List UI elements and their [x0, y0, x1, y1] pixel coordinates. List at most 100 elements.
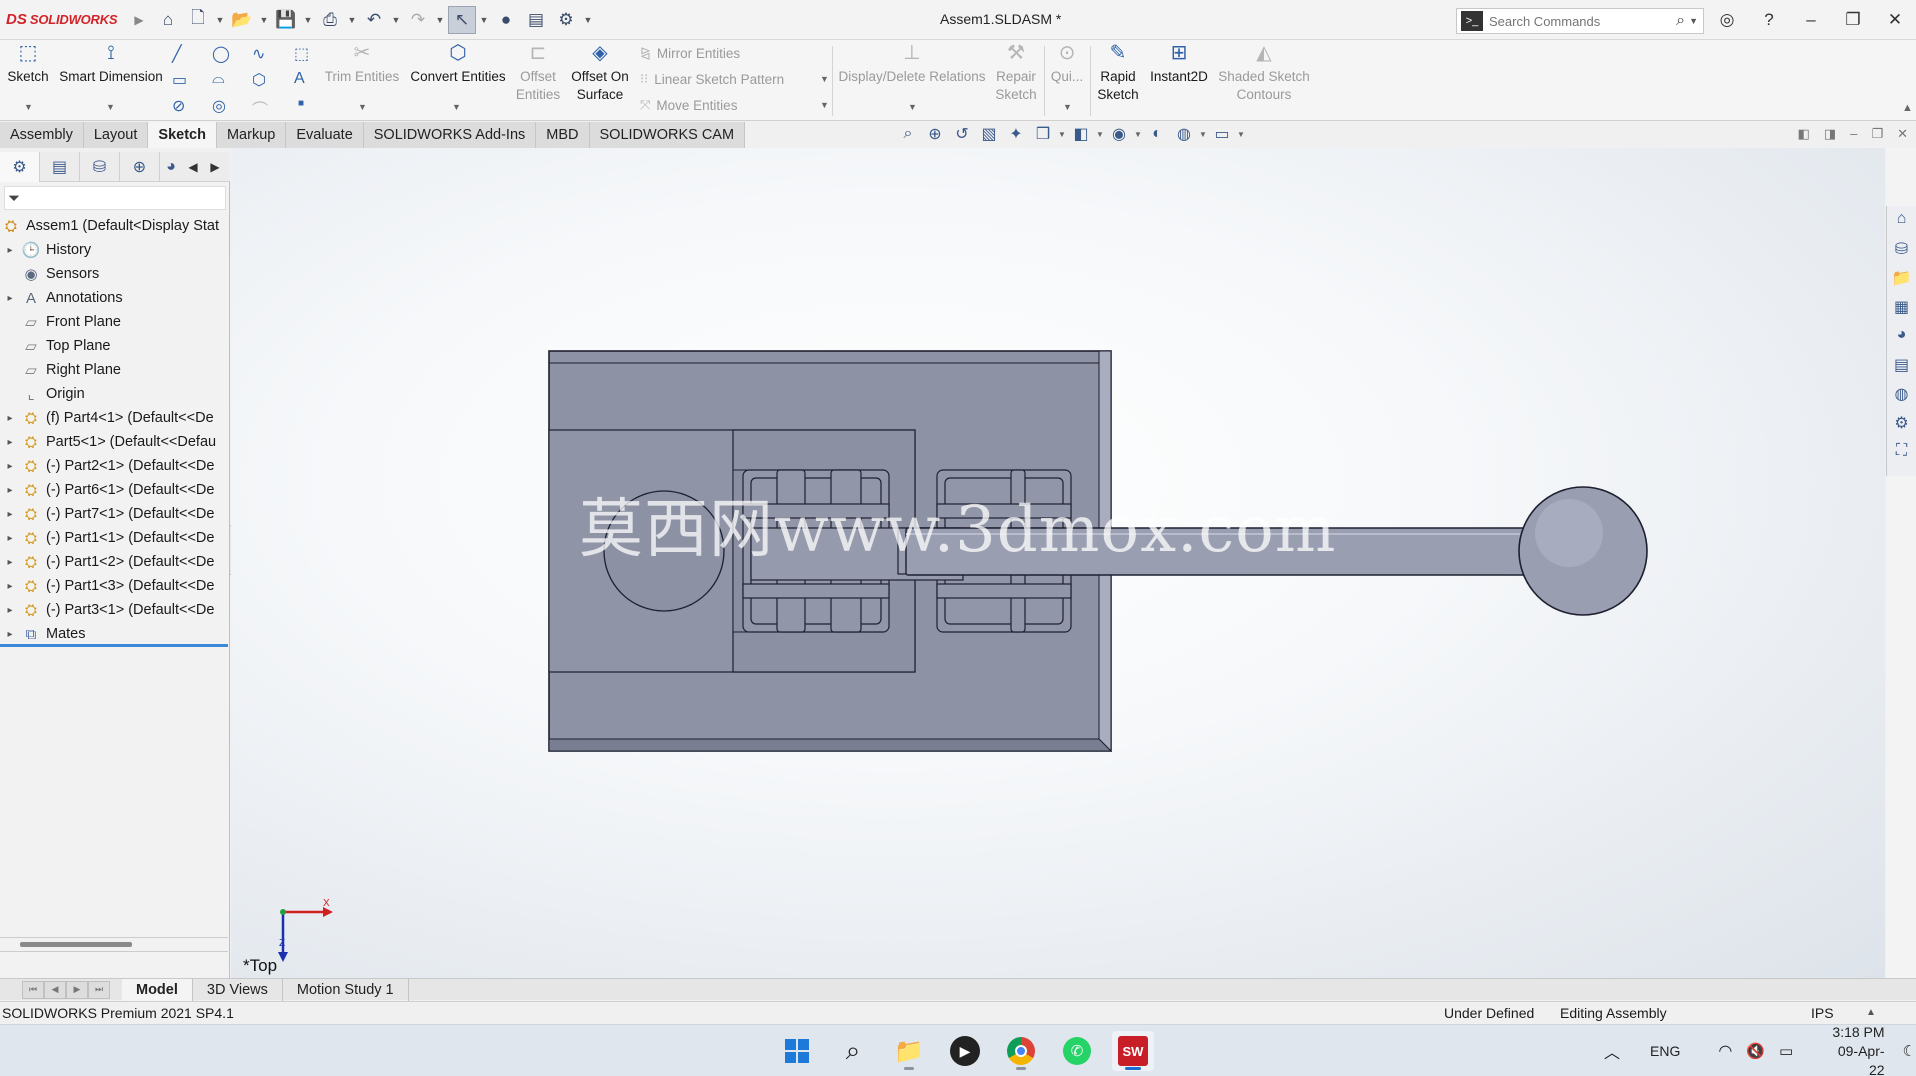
battery-icon[interactable]: ▭	[1779, 1042, 1793, 1060]
open-folder-icon[interactable]: 📂	[228, 6, 256, 34]
clock[interactable]: 3:18 PM 09-Apr-22	[1825, 1023, 1884, 1076]
tree-item[interactable]: ▸ 🕒 History	[0, 238, 230, 262]
toolbox-icon[interactable]: ⚙	[1894, 413, 1908, 435]
doc-restore-icon[interactable]: ❐	[1871, 126, 1883, 142]
next-tab-icon[interactable]: ▶	[66, 980, 88, 999]
horizontal-scrollbar-thumb[interactable]	[20, 942, 132, 947]
line-icon[interactable]: ╱	[172, 44, 182, 64]
speaker-muted-icon[interactable]: 🔇	[1746, 1042, 1765, 1060]
edit-appearance-icon[interactable]: ◐	[1145, 125, 1169, 143]
tab-solidworks-cam[interactable]: SOLIDWORKS CAM	[589, 122, 746, 148]
expand-arrow-icon[interactable]: ▸	[0, 629, 20, 640]
chrome-taskbar-button[interactable]	[1000, 1031, 1042, 1071]
rapid-sketch-button[interactable]: ✎ Rapid Sketch	[1094, 43, 1142, 104]
tree-item[interactable]: ▸ ⛭ (-) Part6<1> (Default<<De	[0, 478, 230, 502]
tree-item[interactable]: ▸ ⛭ Part5<1> (Default<<Defau	[0, 430, 230, 454]
tab-layout[interactable]: Layout	[83, 122, 149, 148]
undo-dropdown-icon[interactable]: ▼	[390, 15, 402, 25]
point-icon[interactable]: ◎	[212, 96, 226, 116]
circle-icon[interactable]: ◯	[212, 44, 230, 64]
quick-snaps-button[interactable]: ⊙ Qui...	[1046, 43, 1088, 86]
minimize-icon[interactable]: –	[1790, 10, 1832, 30]
expand-arrow-icon[interactable]: ▸	[0, 293, 20, 304]
expand-arrow-icon[interactable]: ▸	[0, 485, 20, 496]
scene-dropdown-icon[interactable]: ▼	[1199, 130, 1207, 139]
select-dropdown-icon[interactable]: ▼	[478, 15, 490, 25]
tree-item[interactable]: ▸ ⛭ (-) Part1<2> (Default<<De	[0, 550, 230, 574]
last-tab-icon[interactable]: ⏭	[88, 980, 110, 999]
dimxpert-tab-icon[interactable]: ⊕	[120, 151, 160, 182]
trim-entities-button[interactable]: ✂ Trim Entities	[322, 43, 402, 86]
configuration-manager-tab-icon[interactable]: ⛁	[80, 151, 120, 182]
close-icon[interactable]: ✕	[1874, 10, 1916, 30]
tab-3d-views[interactable]: 3D Views	[193, 978, 283, 1001]
move-dropdown-icon[interactable]: ▼	[820, 100, 829, 110]
expand-arrow-icon[interactable]: ▸	[0, 413, 20, 424]
expand-arrow-icon[interactable]: ▸	[0, 461, 20, 472]
tabs-scroll-right-icon[interactable]: ▶	[204, 160, 226, 174]
dynamic-annotation-icon[interactable]: ✦	[1004, 124, 1028, 144]
convert-entities-button[interactable]: ⬡ Convert Entities	[406, 43, 510, 86]
expand-arrow-icon[interactable]: ▸	[0, 437, 20, 448]
orientation-dropdown-icon[interactable]: ▼	[1058, 130, 1066, 139]
search-taskbar-button[interactable]: ⌕	[832, 1031, 874, 1071]
expand-arrow-icon[interactable]: ▸	[0, 533, 20, 544]
tree-item[interactable]: ▸ ⧉ Mates	[0, 622, 230, 646]
trim-dropdown-icon[interactable]: ▼	[358, 102, 367, 112]
zoom-to-fit-icon[interactable]: ⌕	[896, 125, 920, 143]
doc-close-icon[interactable]: ✕	[1897, 126, 1908, 142]
bolt-knob[interactable]	[1518, 486, 1648, 616]
tab-motion-study-1[interactable]: Motion Study 1	[283, 978, 409, 1001]
chevron-right-icon[interactable]: ▶	[134, 13, 143, 27]
solidworks-resources-home-icon[interactable]: ⌂	[1897, 210, 1907, 232]
previous-tab-icon[interactable]: ◀	[44, 980, 66, 999]
media-player-taskbar-button[interactable]: ▶	[944, 1031, 986, 1071]
tabs-scroll-left-icon[interactable]: ◀	[182, 160, 204, 174]
section-view-icon[interactable]: ▧	[977, 124, 1001, 144]
relations-dropdown-icon[interactable]: ▼	[908, 102, 917, 112]
tree-filter[interactable]: ⏷	[4, 186, 226, 210]
redo-icon[interactable]: ↷	[404, 6, 432, 34]
convert-dropdown-icon[interactable]: ▼	[452, 102, 461, 112]
chevron-up-icon[interactable]: ︿	[1604, 1039, 1620, 1063]
tree-item[interactable]: ▱ Right Plane	[0, 358, 230, 382]
apply-scene-icon[interactable]: ◍	[1172, 124, 1196, 144]
unit-system-dropdown-icon[interactable]: ▲	[1866, 1007, 1876, 1018]
tree-item[interactable]: ▱ Front Plane	[0, 310, 230, 334]
save-icon[interactable]: 💾	[272, 6, 300, 34]
solidworks-forum-icon[interactable]: ◍	[1895, 384, 1909, 406]
language-indicator[interactable]: ENG	[1650, 1043, 1680, 1059]
rectangle-icon[interactable]: ▭	[172, 70, 187, 90]
previous-view-icon[interactable]: ↺	[950, 124, 974, 144]
print-dropdown-icon[interactable]: ▼	[346, 15, 358, 25]
sketch-point-icon[interactable]: ■	[298, 98, 304, 109]
pattern-dropdown-icon[interactable]: ▼	[820, 74, 829, 84]
unit-system-label[interactable]: IPS	[1811, 1005, 1834, 1021]
zoom-to-area-icon[interactable]: ⊕	[923, 124, 947, 144]
3dexperience-icon[interactable]: ⛶	[1896, 442, 1907, 464]
tree-item[interactable]: ▸ ⛭ (-) Part7<1> (Default<<De	[0, 502, 230, 526]
hide-show-dropdown-icon[interactable]: ▼	[1134, 130, 1142, 139]
rebuild-traffic-light-icon[interactable]: ●	[492, 6, 520, 34]
design-library-icon[interactable]: ⛁	[1895, 239, 1908, 261]
options-gear-icon[interactable]: ⚙	[552, 6, 580, 34]
search-commands-box[interactable]: >_ ⌕ ▼	[1456, 8, 1704, 34]
display-delete-relations-button[interactable]: ⊥ Display/Delete Relations	[836, 43, 988, 86]
doc-minimize-icon[interactable]: –	[1850, 126, 1857, 142]
sketch-dropdown-icon[interactable]: ▼	[24, 102, 33, 112]
tree-item[interactable]: ▸ ⛭ (-) Part3<1> (Default<<De	[0, 598, 230, 622]
view-settings-dropdown-icon[interactable]: ▼	[1237, 130, 1245, 139]
repair-sketch-button[interactable]: ⚒ Repair Sketch	[992, 43, 1040, 104]
search-icon[interactable]: ⌕	[1676, 12, 1685, 30]
tree-item[interactable]: ▸ ⛭ (-) Part1<3> (Default<<De	[0, 574, 230, 598]
file-explorer-taskbar-button[interactable]: 📁	[888, 1031, 930, 1071]
tab-assembly[interactable]: Assembly	[0, 122, 84, 148]
tree-item[interactable]: ▸ ⛭ (-) Part2<1> (Default<<De	[0, 454, 230, 478]
tab-sketch[interactable]: Sketch	[148, 122, 217, 148]
construction-geometry-icon[interactable]: ⬚	[294, 44, 309, 64]
wifi-icon[interactable]: ◠	[1718, 1041, 1732, 1061]
new-document-icon[interactable]: 🗋	[184, 6, 212, 34]
start-button[interactable]	[776, 1031, 818, 1071]
tab-model[interactable]: Model	[122, 978, 193, 1001]
tree-item[interactable]: ▱ Top Plane	[0, 334, 230, 358]
